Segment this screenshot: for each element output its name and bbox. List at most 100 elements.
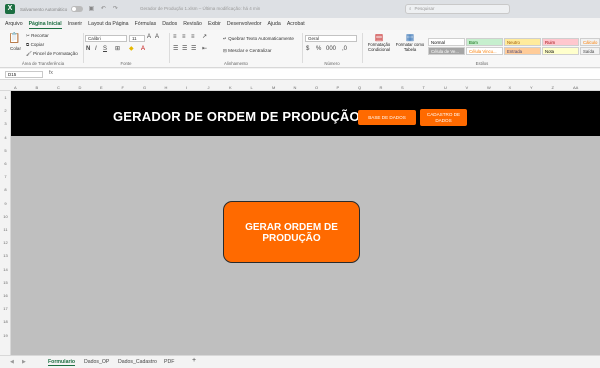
tab-revisao[interactable]: Revisão xyxy=(183,20,202,28)
paste-button[interactable]: Colar xyxy=(10,46,21,51)
indent-icon[interactable]: ⇤ xyxy=(202,46,207,53)
column-header[interactable]: A xyxy=(14,84,17,91)
shrink-font-icon[interactable]: A xyxy=(155,34,159,41)
style-calculo[interactable]: Cálculo xyxy=(580,38,600,46)
sheet-tab-dados-op[interactable]: Dados_OP xyxy=(84,359,109,365)
row-header[interactable]: 8 xyxy=(0,187,11,192)
column-header[interactable]: AA xyxy=(573,84,578,91)
column-header[interactable]: Y xyxy=(530,84,533,91)
worksheet-grid[interactable]: GERADOR DE ORDEM DE PRODUÇÃO BASE DE DAD… xyxy=(11,91,600,355)
paste-icon[interactable]: 📋 xyxy=(8,34,20,44)
row-header[interactable]: 2 xyxy=(0,108,11,113)
column-header[interactable]: R xyxy=(380,84,383,91)
column-header[interactable]: P xyxy=(337,84,340,91)
redo-icon[interactable]: ↷ xyxy=(111,5,119,13)
font-color-icon[interactable]: A xyxy=(141,46,145,53)
column-header[interactable]: H xyxy=(165,84,168,91)
align-top-icon[interactable]: ≡ xyxy=(173,34,177,41)
name-box[interactable]: D15 xyxy=(5,71,43,78)
merge-center-button[interactable]: ⊟ Mesclar e Centralizar xyxy=(223,48,272,54)
row-header[interactable]: 19 xyxy=(0,333,11,338)
autosave-toggle[interactable] xyxy=(71,6,84,12)
row-header[interactable]: 18 xyxy=(0,319,11,324)
tab-ajuda[interactable]: Ajuda xyxy=(268,20,281,28)
row-header[interactable]: 3 xyxy=(0,121,11,126)
align-right-icon[interactable]: ☰ xyxy=(191,46,196,53)
font-name-select[interactable]: Calibri xyxy=(85,35,127,42)
style-ruim[interactable]: Ruim xyxy=(542,38,579,46)
tab-formulas[interactable]: Fórmulas xyxy=(135,20,157,28)
sheet-tab-dados-cadastro[interactable]: Dados_Cadastro xyxy=(118,359,157,365)
column-header[interactable]: W xyxy=(487,84,491,91)
column-header[interactable]: O xyxy=(315,84,318,91)
gerar-ordem-button[interactable]: GERAR ORDEM DE PRODUÇÃO xyxy=(223,201,360,263)
column-header[interactable]: X xyxy=(509,84,512,91)
column-header[interactable]: I xyxy=(186,84,187,91)
format-table-button[interactable]: ▦ Formatar como Tabela xyxy=(395,33,425,59)
tab-dados[interactable]: Dados xyxy=(162,20,177,28)
search-input[interactable]: ⌕ Pesquisar xyxy=(405,4,510,14)
row-header[interactable]: 9 xyxy=(0,201,11,206)
row-header[interactable]: 14 xyxy=(0,267,11,272)
column-header[interactable]: B xyxy=(36,84,39,91)
decimal-icon[interactable]: ,0 xyxy=(342,46,347,53)
orientation-icon[interactable]: ↗ xyxy=(202,34,207,41)
align-center-icon[interactable]: ☰ xyxy=(182,46,187,53)
column-header[interactable]: L xyxy=(251,84,253,91)
underline-icon[interactable]: S xyxy=(103,46,107,53)
style-saida[interactable]: Saída xyxy=(580,47,600,55)
column-header[interactable]: Q xyxy=(358,84,361,91)
tab-arquivo[interactable]: Arquivo xyxy=(5,20,23,28)
number-format-select[interactable]: Geral xyxy=(305,35,357,42)
tab-acrobat[interactable]: Acrobat xyxy=(287,20,305,28)
thousands-icon[interactable]: 000 xyxy=(326,46,336,53)
column-header[interactable]: C xyxy=(57,84,60,91)
column-header[interactable]: K xyxy=(229,84,232,91)
align-bottom-icon[interactable]: ≡ xyxy=(191,34,195,41)
tab-pagina-inicial[interactable]: Página Inicial xyxy=(28,20,62,29)
row-header[interactable]: 13 xyxy=(0,253,11,258)
column-header[interactable]: V xyxy=(466,84,469,91)
row-header[interactable]: 5 xyxy=(0,148,11,153)
column-header[interactable]: J xyxy=(208,84,210,91)
conditional-format-button[interactable]: ▤ Formatação Condicional xyxy=(366,33,392,59)
column-header[interactable]: F xyxy=(122,84,124,91)
sheet-tab-pdf[interactable]: PDF xyxy=(164,359,174,365)
column-header[interactable]: N xyxy=(294,84,297,91)
row-header[interactable]: 6 xyxy=(0,161,11,166)
row-header[interactable]: 4 xyxy=(0,135,11,140)
font-size-select[interactable]: 11 xyxy=(129,35,145,42)
italic-icon[interactable]: I xyxy=(95,46,97,53)
column-header[interactable]: T xyxy=(423,84,425,91)
style-nota[interactable]: Nota xyxy=(542,47,579,55)
row-header[interactable]: 1 xyxy=(0,95,11,100)
formula-input[interactable] xyxy=(60,70,595,78)
bold-icon[interactable]: N xyxy=(86,46,90,53)
style-neutro[interactable]: Neutro xyxy=(504,38,541,46)
cut-button[interactable]: ✂ Recortar xyxy=(26,33,49,39)
base-de-dados-button[interactable]: BASE DE DADOS xyxy=(358,110,416,125)
row-header[interactable]: 15 xyxy=(0,280,11,285)
row-header[interactable]: 10 xyxy=(0,214,11,219)
grow-font-icon[interactable]: A xyxy=(147,34,151,41)
row-header[interactable]: 11 xyxy=(0,227,11,232)
column-header[interactable]: G xyxy=(143,84,146,91)
row-header[interactable]: 17 xyxy=(0,306,11,311)
row-header[interactable]: 7 xyxy=(0,174,11,179)
next-sheet-icon[interactable]: ▶ xyxy=(22,359,26,365)
fx-icon[interactable]: fx xyxy=(49,70,53,76)
tab-desenvolvedor[interactable]: Desenvolvedor xyxy=(227,20,262,28)
tab-inserir[interactable]: Inserir xyxy=(68,20,82,28)
style-celula-verificacao[interactable]: Célula de Ve... xyxy=(428,47,465,55)
row-header[interactable]: 12 xyxy=(0,240,11,245)
currency-icon[interactable]: $ xyxy=(306,46,309,53)
style-celula-vinculada[interactable]: Célula Vincu... xyxy=(466,47,503,55)
prev-sheet-icon[interactable]: ◀ xyxy=(10,359,14,365)
percent-icon[interactable]: % xyxy=(316,46,321,53)
column-header[interactable]: Z xyxy=(552,84,554,91)
undo-icon[interactable]: ↶ xyxy=(99,5,107,13)
style-bom[interactable]: Bom xyxy=(466,38,503,46)
tab-layout[interactable]: Layout da Página xyxy=(88,20,128,28)
column-header[interactable]: D xyxy=(79,84,82,91)
format-painter-button[interactable]: 🖌 Pincel de Formatação xyxy=(26,51,78,57)
